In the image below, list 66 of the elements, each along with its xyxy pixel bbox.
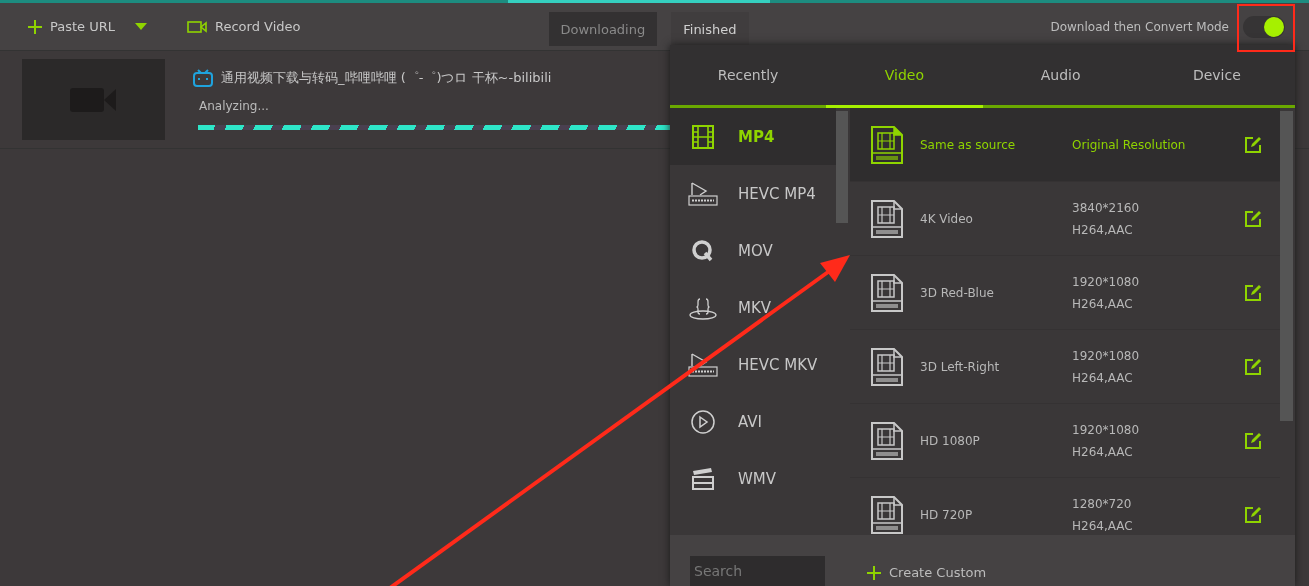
- toggle-switch[interactable]: [1243, 15, 1285, 38]
- scrollbar[interactable]: [836, 111, 848, 223]
- preset-name: 3D Red-Blue: [920, 285, 995, 300]
- video-file-icon: [870, 346, 904, 387]
- preset-spec: H264,AAC: [1072, 444, 1134, 459]
- edit-icon[interactable]: [1244, 283, 1262, 302]
- preset-row[interactable]: 3D Left-Right 1920*1080 H264,AAC: [850, 330, 1280, 404]
- preset-spec: H264,AAC: [1072, 296, 1134, 311]
- format-item[interactable]: AVI: [670, 393, 836, 450]
- preset-name: 4K Video: [920, 211, 974, 226]
- preset-name: 3D Left-Right: [920, 359, 1001, 374]
- edit-icon[interactable]: [1244, 209, 1262, 228]
- tab[interactable]: Downloading: [548, 12, 658, 46]
- preset-name: Same as source: [920, 137, 1017, 152]
- preset-spec: 3840*2160: [1072, 200, 1141, 215]
- status-text: Analyzing...: [199, 99, 270, 113]
- video-file-icon: [870, 494, 904, 535]
- preset-name: HD 1080P: [920, 433, 981, 448]
- record-video-button[interactable]: Record Video: [187, 19, 301, 34]
- tab[interactable]: Finished: [671, 12, 749, 46]
- video-file-icon: [870, 198, 904, 239]
- format-tab[interactable]: Video: [826, 45, 983, 105]
- edit-icon[interactable]: [1244, 357, 1262, 376]
- format-item[interactable]: MP4: [670, 108, 836, 165]
- edit-icon[interactable]: [1244, 505, 1262, 524]
- preset-row[interactable]: HD 1080P 1920*1080 H264,AAC: [850, 404, 1280, 478]
- video-file-icon: [870, 124, 904, 165]
- format-item[interactable]: WMV: [670, 450, 836, 507]
- tv-icon: [193, 69, 213, 87]
- preset-spec: 1280*720: [1072, 496, 1133, 511]
- video-file-icon: [870, 420, 904, 461]
- video-file-icon: [870, 272, 904, 313]
- edit-icon[interactable]: [1244, 135, 1262, 154]
- format-item[interactable]: MKV: [670, 279, 836, 336]
- preset-spec: H264,AAC: [1072, 370, 1134, 385]
- video-file-icon: [688, 351, 718, 378]
- scrollbar[interactable]: [1280, 111, 1293, 421]
- mode-label: Download then Convert Mode: [1050, 19, 1229, 34]
- video-file-icon: [688, 180, 718, 207]
- format-item[interactable]: MOV: [670, 222, 836, 279]
- format-item[interactable]: HEVC MP4: [670, 165, 836, 222]
- format-tab[interactable]: Device: [1138, 45, 1295, 105]
- preset-spec: 1920*1080: [1072, 422, 1141, 437]
- video-camera-icon: [187, 19, 207, 34]
- format-tab[interactable]: Audio: [982, 45, 1139, 105]
- format-item[interactable]: HEVC MKV: [670, 336, 836, 393]
- preset-row[interactable]: 4K Video 3840*2160 H264,AAC: [850, 182, 1280, 256]
- preset-spec: Original Resolution: [1072, 137, 1187, 152]
- video-title: 通用视频下载与转码_哔哩哔哩 (゜-゜)つロ 干杯~-bilibili: [221, 69, 552, 87]
- preset-spec: 1920*1080: [1072, 348, 1141, 363]
- search-field[interactable]: Search: [690, 556, 825, 586]
- format-tab[interactable]: Recently: [670, 45, 827, 105]
- play-circle-icon: [688, 408, 718, 435]
- preset-spec: H264,AAC: [1072, 222, 1134, 237]
- edit-icon[interactable]: [1244, 431, 1262, 450]
- preset-row[interactable]: 3D Red-Blue 1920*1080 H264,AAC: [850, 256, 1280, 330]
- create-custom-button[interactable]: Create Custom: [867, 565, 987, 580]
- preset-name: HD 720P: [920, 507, 974, 522]
- paste-url-button[interactable]: Paste URL: [28, 19, 147, 34]
- plus-icon: [28, 19, 42, 34]
- annotation-box: [1237, 4, 1295, 52]
- preset-spec: H264,AAC: [1072, 518, 1134, 533]
- plus-icon: [867, 565, 881, 580]
- preset-row[interactable]: Same as source Original Resolution: [850, 108, 1280, 182]
- caret-icon: [135, 22, 147, 31]
- preset-spec: 1920*1080: [1072, 274, 1141, 289]
